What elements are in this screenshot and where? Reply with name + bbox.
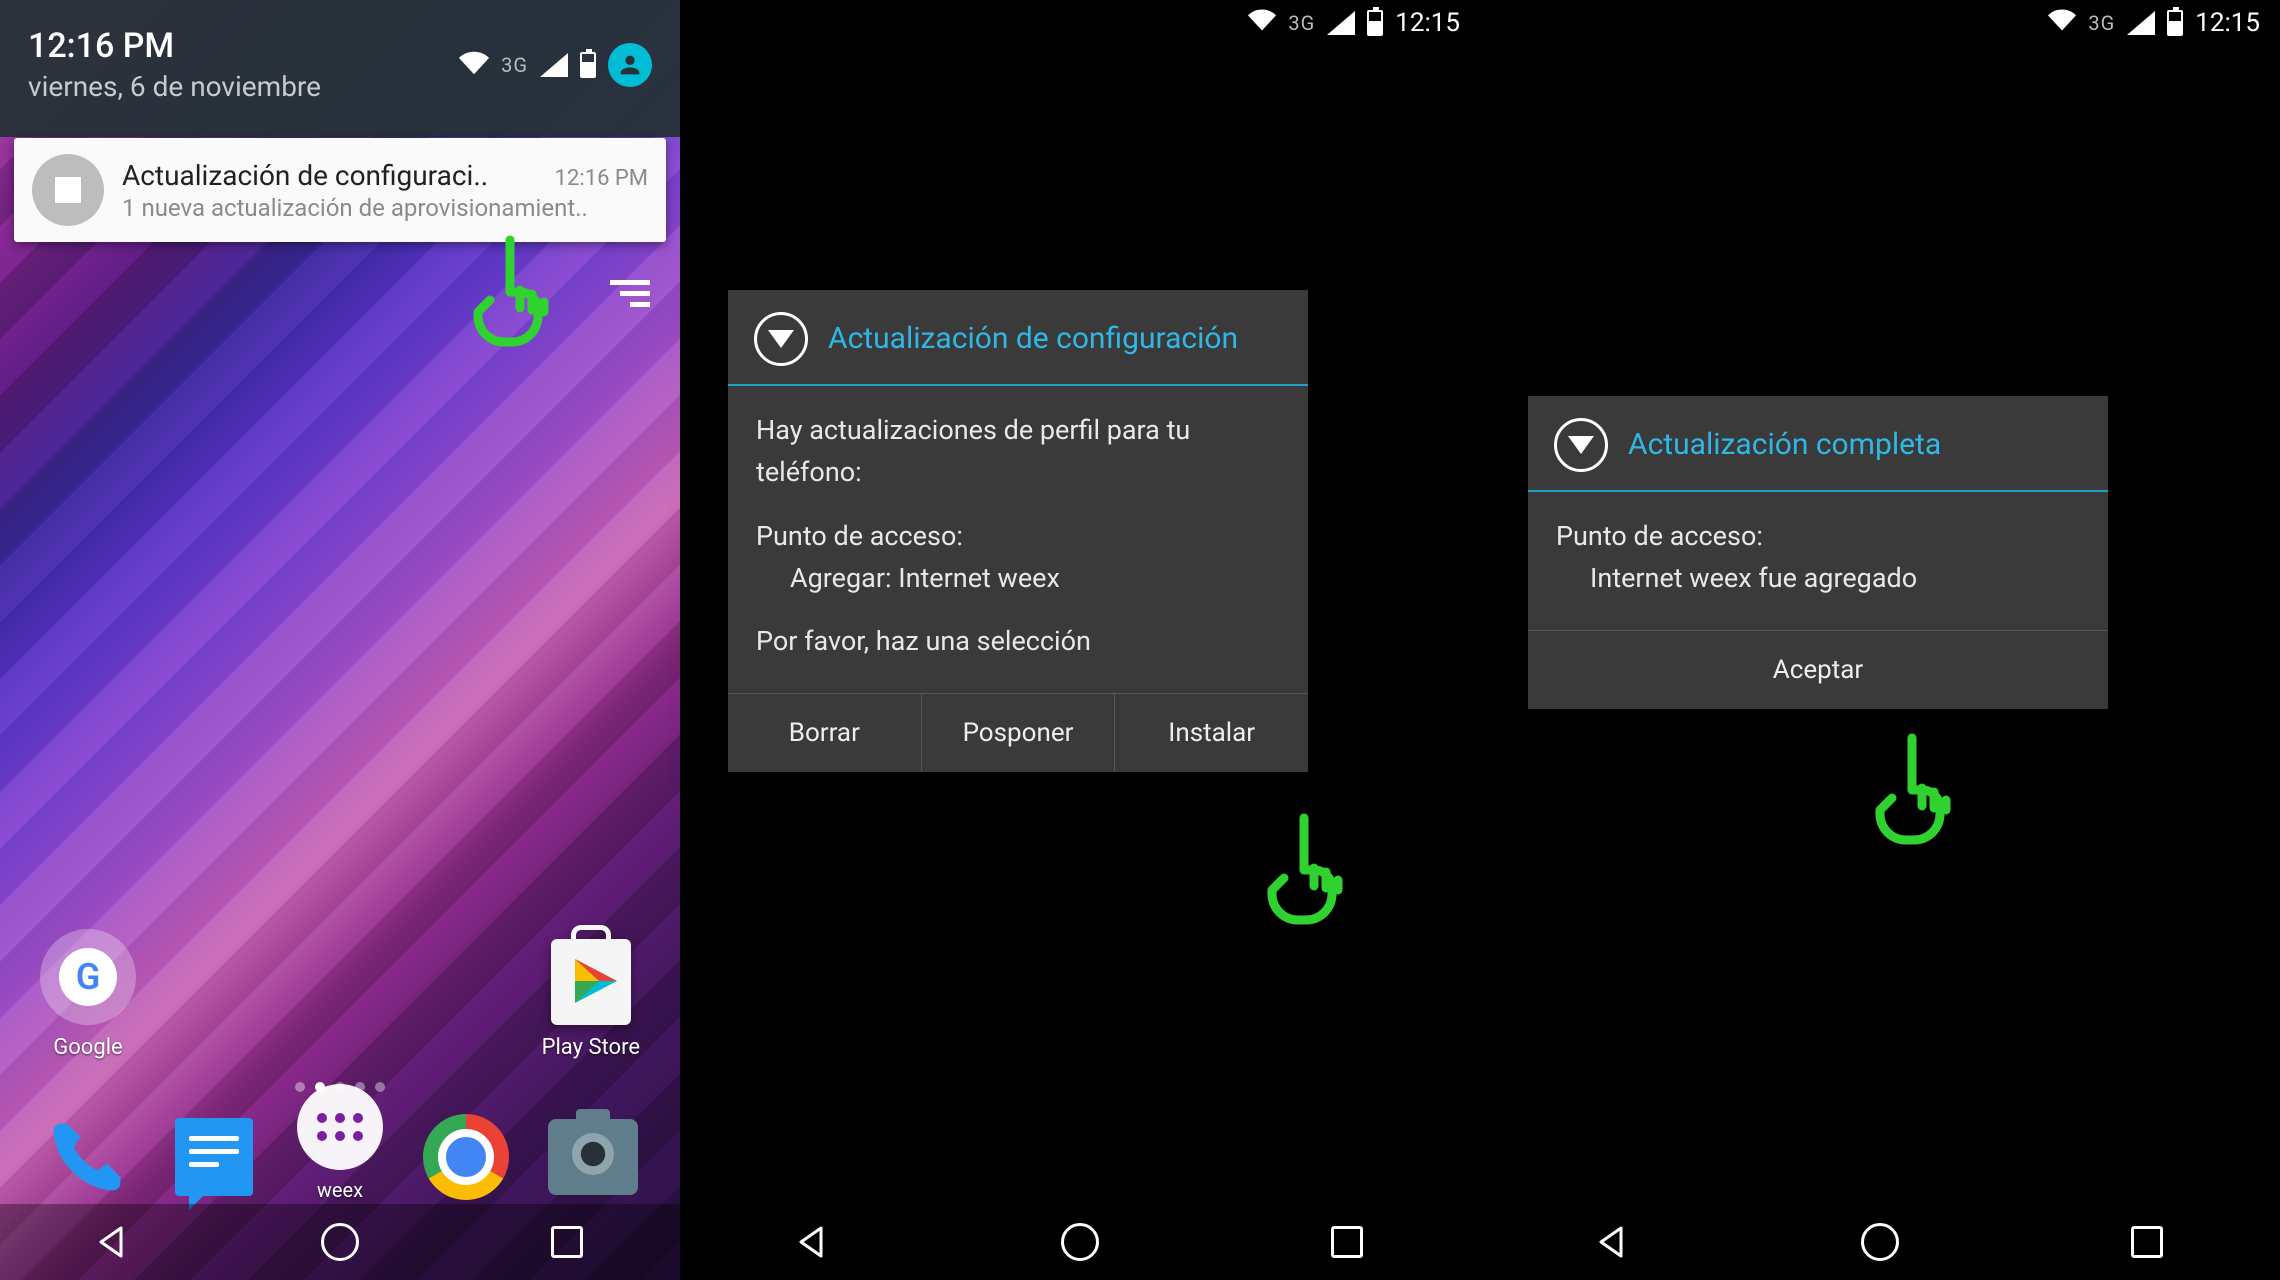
camera-icon xyxy=(548,1112,638,1202)
dialog-title: Actualización de configuración xyxy=(828,320,1238,358)
pointer-hand-icon xyxy=(1266,810,1356,930)
dialog-title: Actualización completa xyxy=(1628,426,1941,464)
dialog-message-1: Hay actualizaciones de perfil para tu te… xyxy=(756,410,1280,494)
ap-label: Punto de acceso: xyxy=(756,520,963,552)
network-type: 3G xyxy=(501,53,528,77)
nav-back-button[interactable] xyxy=(1591,1220,1635,1264)
status-time: 12:15 xyxy=(1395,8,1460,38)
download-icon xyxy=(32,154,104,226)
signal-icon xyxy=(540,53,568,77)
navigation-bar xyxy=(1480,1204,2280,1280)
battery-icon xyxy=(1367,10,1383,36)
notification-timestamp: 12:16 PM xyxy=(555,166,648,191)
nav-back-button[interactable] xyxy=(91,1220,135,1264)
phone-screen-2: 3G 12:15 Actualización de configuración … xyxy=(680,0,1480,1280)
shade-time: 12:16 PM xyxy=(28,26,321,66)
pointer-hand-icon xyxy=(1874,730,1964,850)
phone-screen-3: 3G 12:15 Actualización completa Punto de… xyxy=(1480,0,2280,1280)
nav-recent-button[interactable] xyxy=(2125,1220,2169,1264)
all-apps-button[interactable]: weex xyxy=(295,1082,385,1202)
home-row: G Google Play Store xyxy=(0,929,680,1060)
google-folder-label: Google xyxy=(53,1035,122,1060)
messages-icon xyxy=(169,1112,259,1202)
nav-home-button[interactable] xyxy=(318,1220,362,1264)
chrome-icon xyxy=(421,1112,511,1202)
phone-app[interactable] xyxy=(42,1112,132,1202)
shade-date: viernes, 6 de noviembre xyxy=(28,70,321,103)
battery-icon xyxy=(580,52,596,78)
notification-card[interactable]: Actualización de configuraci.. 12:16 PM … xyxy=(14,138,666,242)
status-bar: 3G 12:15 xyxy=(1480,0,2280,46)
chrome-app[interactable] xyxy=(421,1112,511,1202)
ap-label: Punto de acceso: xyxy=(1556,520,1763,552)
dock: weex xyxy=(0,1082,680,1202)
navigation-bar xyxy=(0,1204,680,1280)
download-icon xyxy=(754,312,808,366)
play-store-app[interactable]: Play Store xyxy=(542,929,640,1060)
signal-icon xyxy=(2127,11,2155,35)
signal-icon xyxy=(1327,11,1355,35)
update-complete-dialog: Actualización completa Punto de acceso: … xyxy=(1528,396,2108,709)
phone-icon xyxy=(42,1112,132,1202)
nav-home-button[interactable] xyxy=(1858,1220,1902,1264)
status-bar: 3G 12:15 xyxy=(680,0,1480,46)
clear-all-button[interactable] xyxy=(610,280,650,307)
google-folder[interactable]: G Google xyxy=(40,929,136,1060)
play-store-icon xyxy=(543,929,639,1025)
camera-app[interactable] xyxy=(548,1112,638,1202)
all-apps-label: weex xyxy=(317,1178,363,1202)
shade-status-icons: 3G xyxy=(459,43,652,87)
battery-icon xyxy=(2167,10,2183,36)
notification-shade[interactable]: 12:16 PM viernes, 6 de noviembre 3G xyxy=(0,0,680,137)
notification-title: Actualización de configuraci.. xyxy=(122,159,488,192)
messages-app[interactable] xyxy=(169,1112,259,1202)
network-type: 3G xyxy=(1288,11,1315,35)
wifi-icon xyxy=(2048,6,2076,41)
postpone-button[interactable]: Posponer xyxy=(922,694,1116,772)
navigation-bar xyxy=(680,1204,1480,1280)
nav-home-button[interactable] xyxy=(1058,1220,1102,1264)
notification-subtitle: 1 nueva actualización de aprovisionamien… xyxy=(122,194,648,222)
apps-icon xyxy=(295,1082,385,1172)
config-update-dialog: Actualización de configuración Hay actua… xyxy=(728,290,1308,772)
phone-screen-1: 12:16 PM viernes, 6 de noviembre 3G Actu… xyxy=(0,0,680,1280)
user-avatar-icon[interactable] xyxy=(608,43,652,87)
wifi-icon xyxy=(459,48,489,82)
wifi-icon xyxy=(1248,6,1276,41)
network-type: 3G xyxy=(2088,11,2115,35)
status-time: 12:15 xyxy=(2195,8,2260,38)
accept-button[interactable]: Aceptar xyxy=(1723,631,1913,709)
play-store-label: Play Store xyxy=(542,1035,640,1060)
download-icon xyxy=(1554,418,1608,472)
nav-recent-button[interactable] xyxy=(545,1220,589,1264)
dialog-body: Punto de acceso: Internet weex fue agreg… xyxy=(1528,492,2108,630)
ap-result: Internet weex fue agregado xyxy=(1556,558,2080,600)
nav-back-button[interactable] xyxy=(791,1220,835,1264)
nav-recent-button[interactable] xyxy=(1325,1220,1369,1264)
ap-action: Agregar: Internet weex xyxy=(756,558,1280,600)
dialog-prompt: Por favor, haz una selección xyxy=(756,621,1280,663)
install-button[interactable]: Instalar xyxy=(1115,694,1308,772)
dialog-body: Hay actualizaciones de perfil para tu te… xyxy=(728,386,1308,693)
delete-button[interactable]: Borrar xyxy=(728,694,922,772)
